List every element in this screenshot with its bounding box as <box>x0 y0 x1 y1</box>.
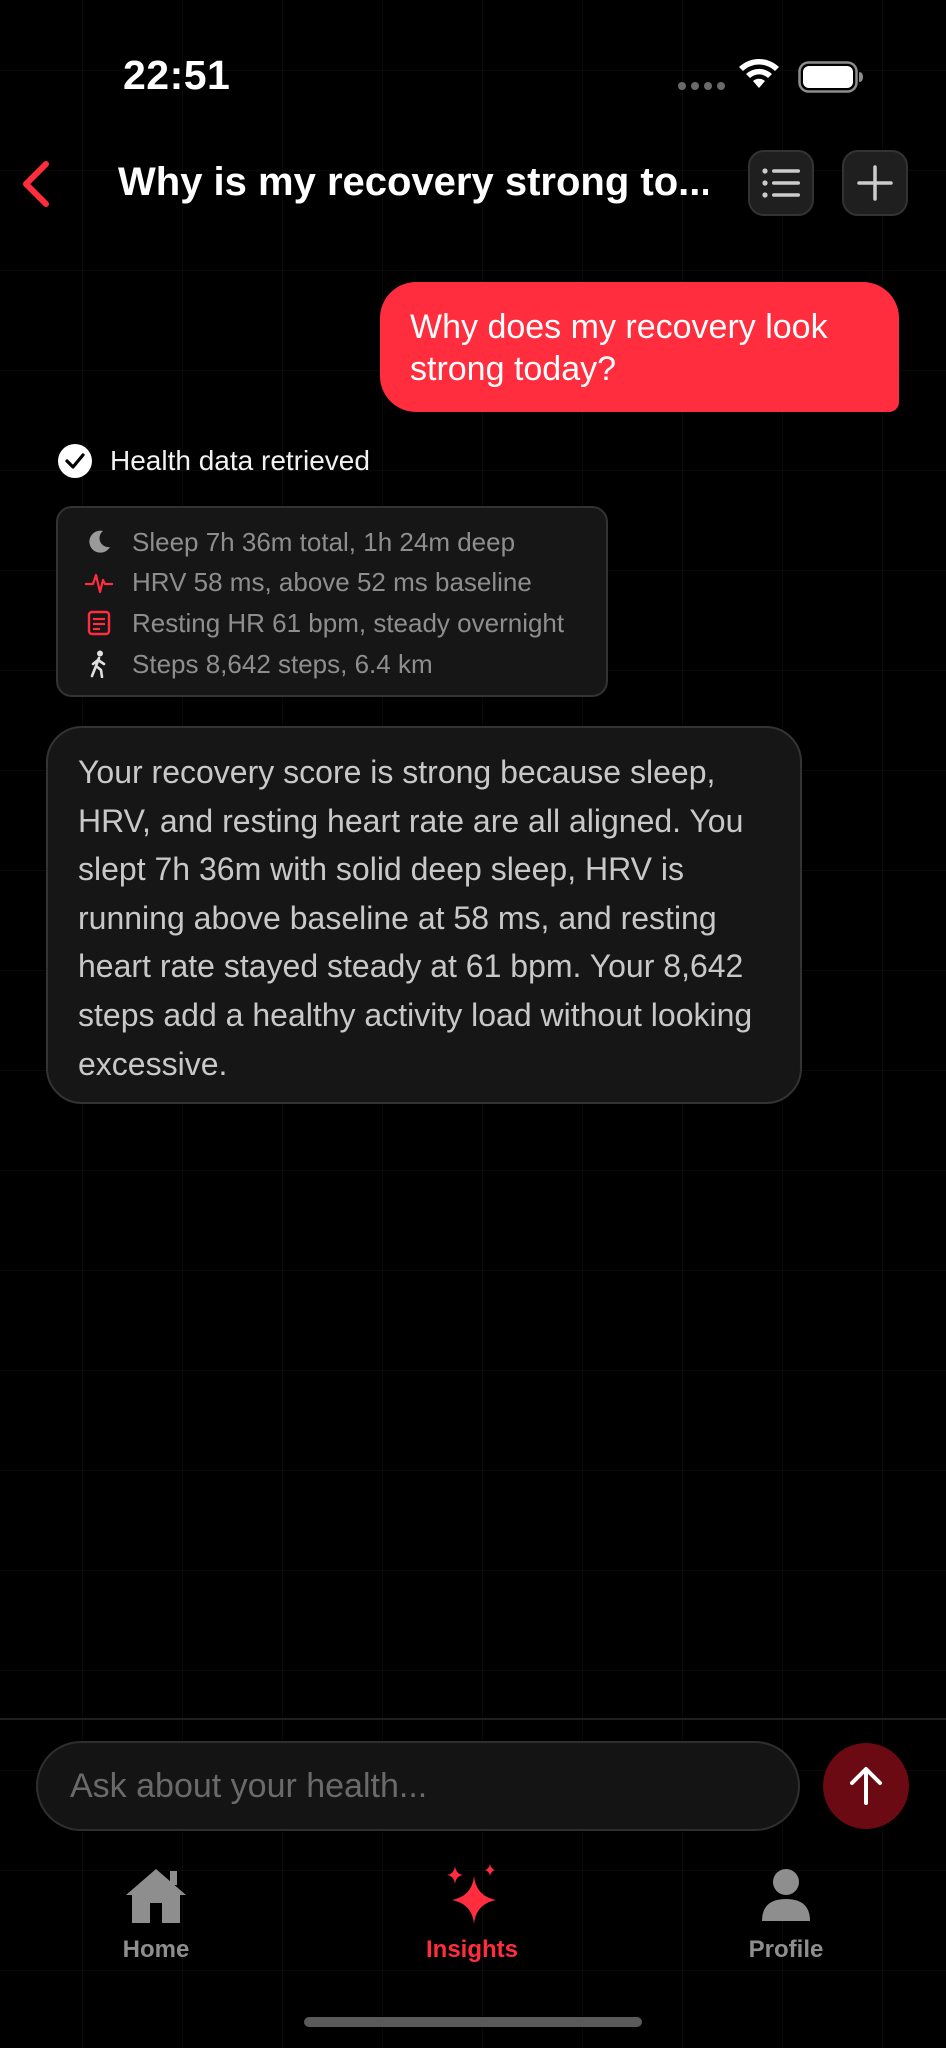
sparkles-icon <box>436 1862 508 1928</box>
health-item-text: Resting HR 61 bpm, steady overnight <box>132 607 565 638</box>
assistant-message-bubble: Your recovery score is strong because sl… <box>46 726 802 1104</box>
conversation-title: Why is my recovery strong to... <box>118 160 708 204</box>
tab-profile[interactable]: Profile <box>686 1862 886 1964</box>
tool-status-text: Health data retrieved <box>110 445 370 476</box>
health-item-resting-hr: Resting HR 61 bpm, steady overnight <box>84 603 606 644</box>
composer-divider <box>0 1718 946 1720</box>
person-icon <box>750 1862 822 1928</box>
health-item-text: HRV 58 ms, above 52 ms baseline <box>132 567 532 598</box>
status-time: 22:51 <box>123 52 231 98</box>
walking-icon <box>84 649 114 679</box>
health-item-sleep: Sleep 7h 36m total, 1h 24m deep <box>84 522 606 563</box>
tab-home[interactable]: Home <box>56 1862 256 1964</box>
house-icon <box>120 1862 192 1928</box>
checkmark-icon <box>58 444 92 478</box>
plus-icon <box>857 165 893 201</box>
tab-label: Home <box>122 1936 190 1963</box>
new-chat-button[interactable] <box>842 150 908 216</box>
tab-label: Insights <box>425 1936 518 1963</box>
heart-rate-monitor-icon <box>84 608 114 638</box>
cellular-signal-icon <box>678 82 725 90</box>
arrow-up-icon <box>850 1767 882 1805</box>
back-chevron-icon[interactable] <box>16 158 56 210</box>
ask-input[interactable]: Ask about your health... <box>36 1741 800 1831</box>
battery-icon <box>798 61 863 93</box>
health-item-text: Steps 8,642 steps, 6.4 km <box>132 648 433 679</box>
home-indicator <box>304 2017 642 2027</box>
send-button[interactable] <box>823 1743 909 1829</box>
health-item-hrv: HRV 58 ms, above 52 ms baseline <box>84 563 606 604</box>
user-message-bubble: Why does my recovery look strong today? <box>380 282 899 412</box>
moon-icon <box>84 527 114 557</box>
wifi-icon <box>739 59 779 88</box>
tab-insights[interactable]: Insights <box>372 1862 572 1964</box>
health-item-text: Sleep 7h 36m total, 1h 24m deep <box>132 526 516 557</box>
heartbeat-icon <box>84 568 114 598</box>
health-item-steps: Steps 8,642 steps, 6.4 km <box>84 644 606 685</box>
tab-label: Profile <box>748 1936 824 1963</box>
history-list-button[interactable] <box>748 150 814 216</box>
list-icon <box>762 168 800 198</box>
health-data-card: Sleep 7h 36m total, 1h 24m deep HRV 58 m… <box>56 506 608 697</box>
